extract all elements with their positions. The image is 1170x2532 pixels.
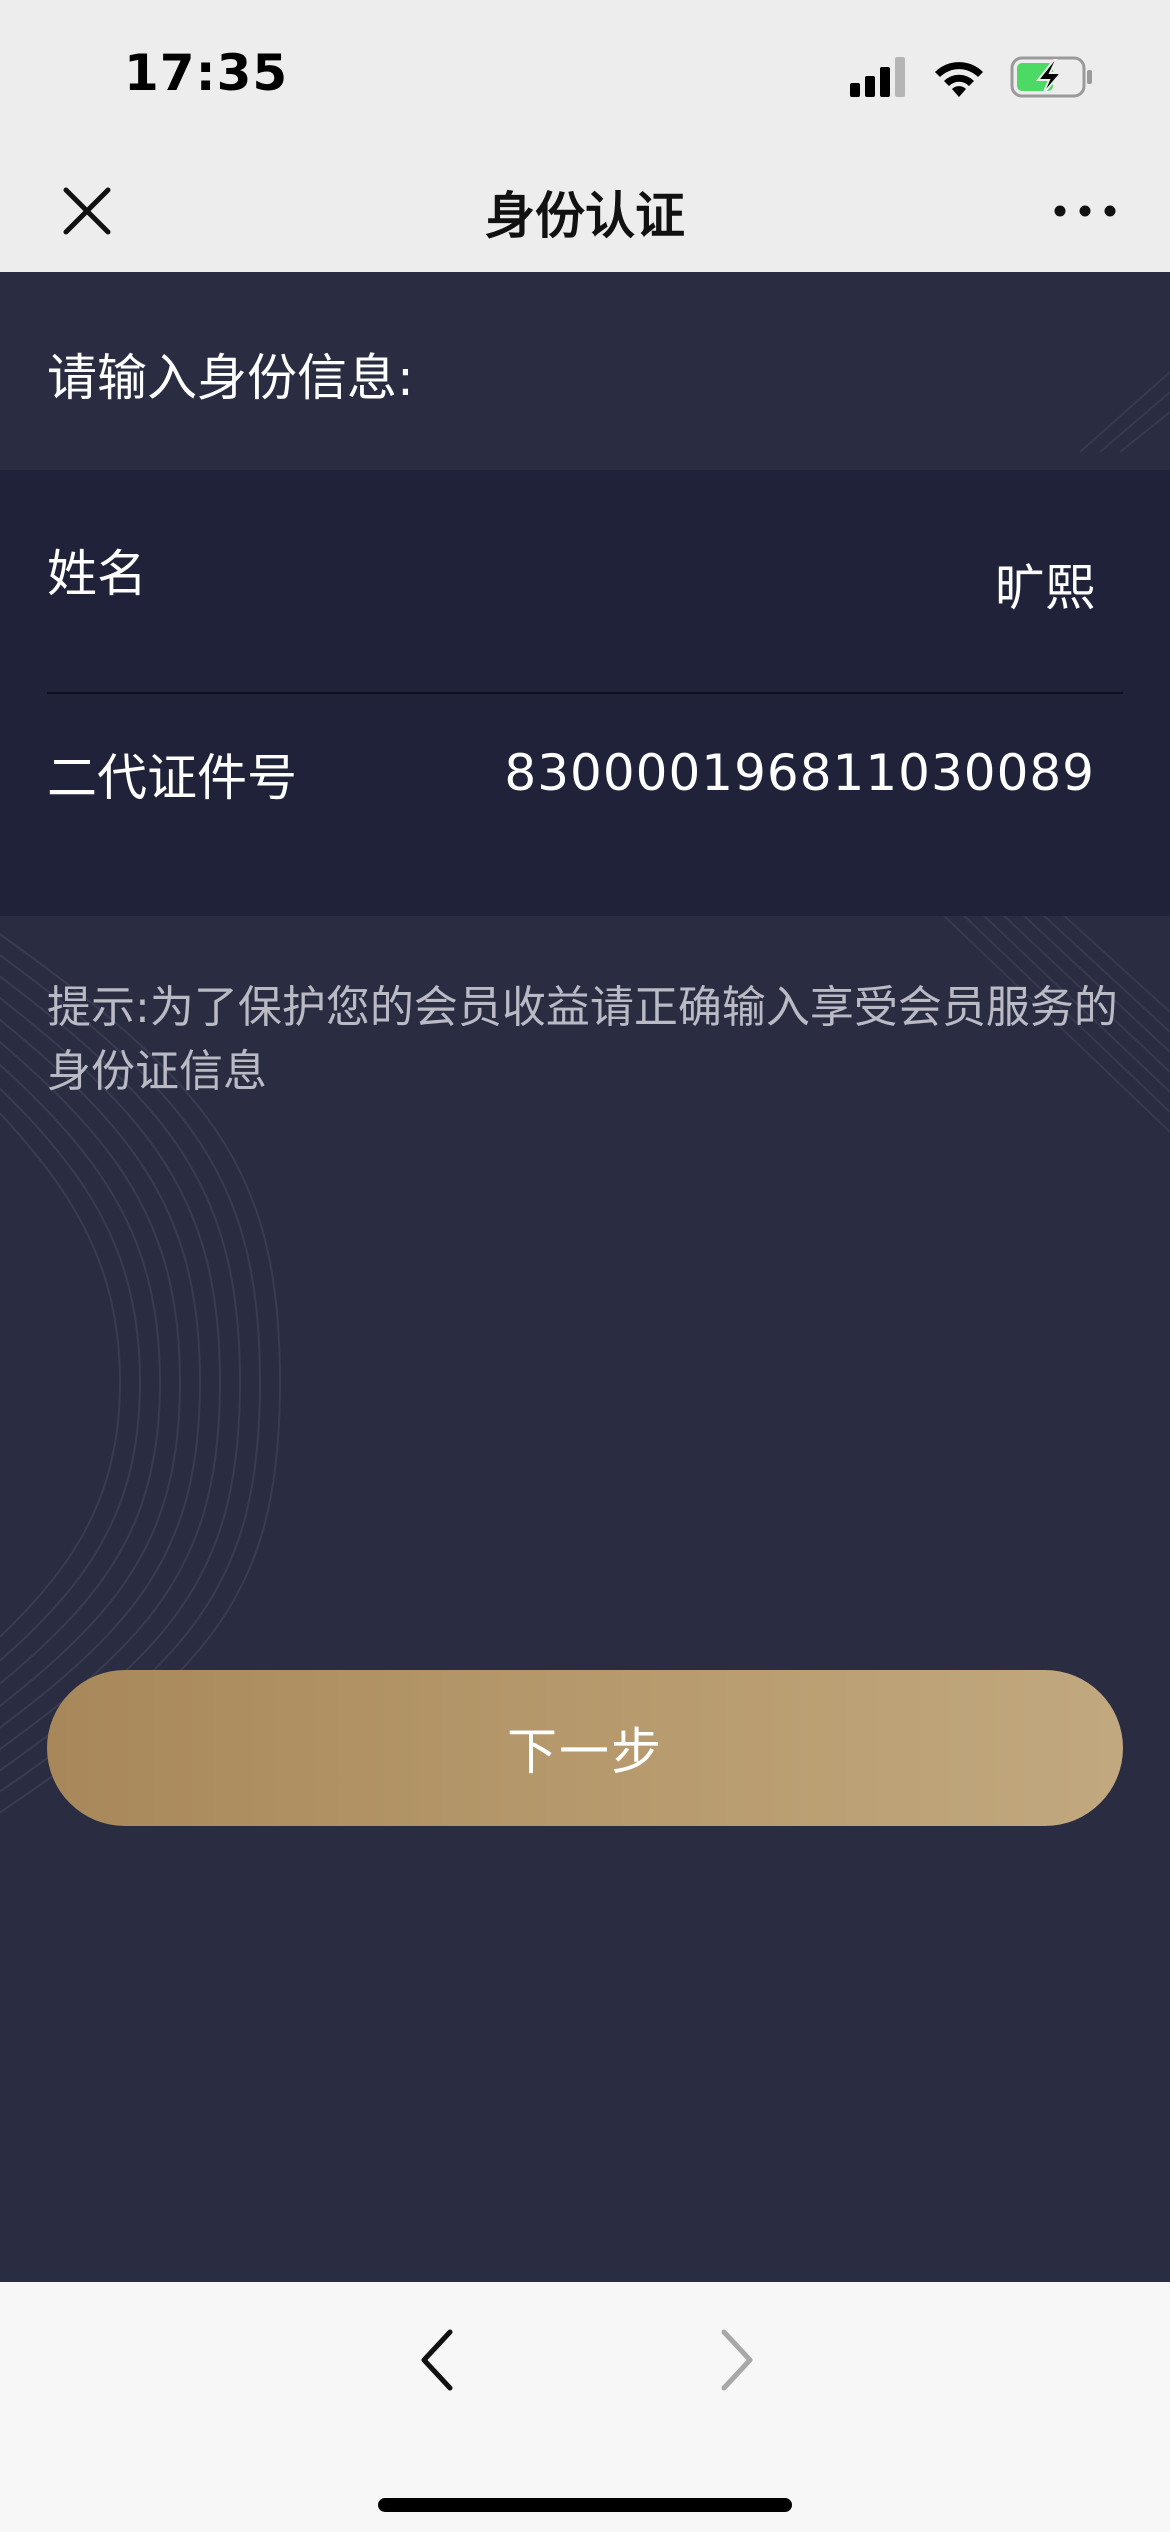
nav-bar: 身份认证 (0, 150, 1170, 272)
name-row[interactable]: 姓名 旷熙 (47, 470, 1123, 694)
signal-icon (850, 57, 905, 97)
more-icon (1054, 205, 1116, 217)
name-field[interactable]: 旷熙 (995, 548, 1095, 620)
back-button[interactable] (410, 2324, 466, 2396)
status-icons (850, 54, 1094, 100)
id-number-row[interactable]: 二代证件号 830000196811030089 (47, 694, 1123, 916)
more-button[interactable] (1050, 186, 1120, 236)
forward-button[interactable] (708, 2324, 764, 2396)
chevron-right-icon (721, 2329, 753, 2391)
id-number-label: 二代证件号 (47, 749, 297, 807)
hint-text: 提示:为了保护您的会员收益请正确输入享受会员服务的身份证信息 (47, 982, 1118, 1097)
name-label: 姓名 (47, 545, 147, 603)
main-content: 请输入身份信息: 姓名 旷熙 二代证件号 830000196811030089 … (0, 272, 1170, 2282)
bottom-toolbar (0, 2282, 1170, 2532)
next-button[interactable]: 下一步 (47, 1670, 1123, 1826)
page: 17:35 身份认证 请输入身份信息: 姓名 旷熙 二代证件号 83000019… (0, 0, 1170, 2532)
identity-form: 姓名 旷熙 二代证件号 830000196811030089 (0, 470, 1170, 916)
status-bar: 17:35 (0, 0, 1170, 150)
prompt-label: 请输入身份信息: (47, 349, 414, 407)
chevron-left-icon (421, 2329, 453, 2391)
page-title: 身份认证 (485, 187, 685, 245)
home-indicator (378, 2498, 792, 2512)
id-number-field[interactable]: 830000196811030089 (504, 744, 1095, 802)
status-time: 17:35 (124, 44, 289, 102)
wifi-icon (935, 62, 983, 97)
battery-charging-icon (1010, 56, 1092, 98)
